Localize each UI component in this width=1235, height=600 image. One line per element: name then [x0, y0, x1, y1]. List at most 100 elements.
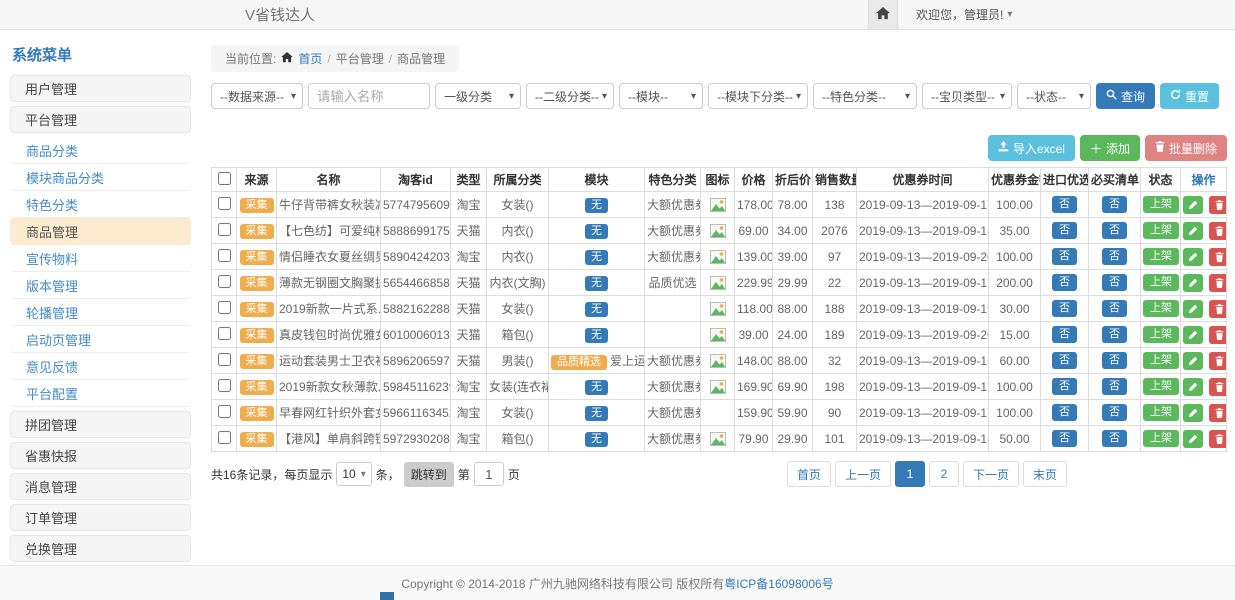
sidebar-group-5[interactable]: 消息管理: [10, 473, 191, 500]
row-checkbox[interactable]: [218, 249, 231, 262]
page-button-3[interactable]: 1: [895, 461, 925, 487]
delete-button[interactable]: [1209, 430, 1226, 448]
filter-select-3[interactable]: --二级分类-- ▾: [526, 83, 614, 109]
must-buy-toggle[interactable]: 否: [1102, 196, 1127, 213]
search-button[interactable]: 查询: [1096, 83, 1155, 109]
row-checkbox[interactable]: [218, 223, 231, 236]
icp-link[interactable]: 粤ICP备16098006号: [724, 575, 833, 592]
jump-button[interactable]: 跳转到: [404, 462, 454, 487]
edit-button[interactable]: [1183, 352, 1203, 370]
page-button-5[interactable]: 下一页: [963, 461, 1019, 487]
status-button[interactable]: 上架: [1143, 352, 1179, 369]
row-checkbox[interactable]: [218, 301, 231, 314]
delete-button[interactable]: [1209, 222, 1226, 240]
edit-button[interactable]: [1183, 378, 1203, 396]
sidebar-item[interactable]: 商品分类: [10, 137, 191, 164]
must-buy-toggle[interactable]: 否: [1102, 352, 1127, 369]
sidebar-item[interactable]: 商品管理: [10, 218, 191, 245]
status-button[interactable]: 上架: [1143, 404, 1179, 421]
delete-button[interactable]: [1209, 326, 1226, 344]
delete-button[interactable]: [1209, 404, 1226, 422]
sidebar-item[interactable]: 特色分类: [10, 191, 191, 218]
breadcrumb-home-link[interactable]: 首页: [298, 50, 322, 67]
filter-select-4[interactable]: --模块-- ▾: [619, 83, 703, 109]
add-button[interactable]: ＋ 添加: [1080, 135, 1140, 161]
filter-select-2[interactable]: 一级分类 ▾: [435, 83, 521, 109]
row-checkbox[interactable]: [218, 327, 231, 340]
page-button-6[interactable]: 末页: [1023, 461, 1067, 487]
delete-button[interactable]: [1209, 274, 1226, 292]
must-buy-toggle[interactable]: 否: [1102, 404, 1127, 421]
per-page-select[interactable]: 10 ▾: [336, 462, 371, 486]
page-button-4[interactable]: 2: [929, 461, 959, 487]
status-button[interactable]: 上架: [1143, 378, 1179, 395]
status-button[interactable]: 上架: [1143, 300, 1179, 317]
sidebar-item[interactable]: 启动页管理: [10, 326, 191, 353]
row-checkbox[interactable]: [218, 405, 231, 418]
sidebar-group-6[interactable]: 订单管理: [10, 504, 191, 531]
sidebar-group-3[interactable]: 拼团管理: [10, 411, 191, 438]
import-select-toggle[interactable]: 否: [1052, 378, 1077, 395]
must-buy-toggle[interactable]: 否: [1102, 326, 1127, 343]
import-select-toggle[interactable]: 否: [1052, 326, 1077, 343]
must-buy-toggle[interactable]: 否: [1102, 300, 1127, 317]
filter-select-8[interactable]: --状态-- ▾: [1017, 83, 1091, 109]
user-menu[interactable]: 欢迎您，管理员! ▾: [898, 0, 1012, 29]
name-search-input[interactable]: [308, 83, 430, 109]
status-button[interactable]: 上架: [1143, 196, 1179, 213]
status-button[interactable]: 上架: [1143, 430, 1179, 447]
delete-button[interactable]: [1209, 196, 1226, 214]
row-checkbox[interactable]: [218, 353, 231, 366]
sidebar-group-1[interactable]: 用户管理: [10, 75, 191, 102]
page-button-1[interactable]: 首页: [787, 461, 831, 487]
edit-button[interactable]: [1183, 326, 1203, 344]
status-button[interactable]: 上架: [1143, 248, 1179, 265]
must-buy-toggle[interactable]: 否: [1102, 222, 1127, 239]
jump-page-input[interactable]: [474, 462, 504, 486]
filter-select-7[interactable]: --宝贝类型-- ▾: [922, 83, 1012, 109]
sidebar-group-4[interactable]: 省惠快报: [10, 442, 191, 469]
edit-button[interactable]: [1183, 300, 1203, 318]
row-checkbox[interactable]: [218, 275, 231, 288]
import-select-toggle[interactable]: 否: [1052, 430, 1077, 447]
import-select-toggle[interactable]: 否: [1052, 248, 1077, 265]
sidebar-item[interactable]: 意见反馈: [10, 353, 191, 380]
edit-button[interactable]: [1183, 430, 1203, 448]
edit-button[interactable]: [1183, 248, 1203, 266]
import-excel-button[interactable]: 导入excel: [988, 135, 1075, 161]
reset-button[interactable]: 重置: [1160, 83, 1219, 109]
filter-select-1[interactable]: --数据来源-- ▾: [211, 83, 303, 109]
import-select-toggle[interactable]: 否: [1052, 352, 1077, 369]
import-select-toggle[interactable]: 否: [1052, 222, 1077, 239]
import-select-toggle[interactable]: 否: [1052, 274, 1077, 291]
delete-button[interactable]: [1209, 248, 1226, 266]
select-all-checkbox[interactable]: [218, 172, 231, 185]
status-button[interactable]: 上架: [1143, 326, 1179, 343]
sidebar-item[interactable]: 轮播管理: [10, 299, 191, 326]
filter-select-5[interactable]: --模块下分类-- ▾: [708, 83, 808, 109]
delete-button[interactable]: [1209, 378, 1226, 396]
status-button[interactable]: 上架: [1143, 222, 1179, 239]
row-checkbox[interactable]: [218, 431, 231, 444]
sidebar-group-7[interactable]: 兑换管理: [10, 535, 191, 562]
status-button[interactable]: 上架: [1143, 274, 1179, 291]
import-select-toggle[interactable]: 否: [1052, 404, 1077, 421]
sidebar-item[interactable]: 平台配置: [10, 380, 191, 407]
edit-button[interactable]: [1183, 196, 1203, 214]
must-buy-toggle[interactable]: 否: [1102, 378, 1127, 395]
must-buy-toggle[interactable]: 否: [1102, 430, 1127, 447]
home-button[interactable]: [868, 0, 898, 29]
page-button-2[interactable]: 上一页: [835, 461, 891, 487]
must-buy-toggle[interactable]: 否: [1102, 274, 1127, 291]
filter-select-6[interactable]: --特色分类-- ▾: [813, 83, 917, 109]
sidebar-item[interactable]: 版本管理: [10, 272, 191, 299]
row-checkbox[interactable]: [218, 197, 231, 210]
edit-button[interactable]: [1183, 274, 1203, 292]
sidebar-item[interactable]: 模块商品分类: [10, 164, 191, 191]
sidebar-group-2[interactable]: 平台管理: [10, 106, 191, 133]
import-select-toggle[interactable]: 否: [1052, 300, 1077, 317]
must-buy-toggle[interactable]: 否: [1102, 248, 1127, 265]
sidebar-item[interactable]: 宣传物料: [10, 245, 191, 272]
batch-delete-button[interactable]: 批量删除: [1145, 135, 1227, 161]
row-checkbox[interactable]: [218, 379, 231, 392]
